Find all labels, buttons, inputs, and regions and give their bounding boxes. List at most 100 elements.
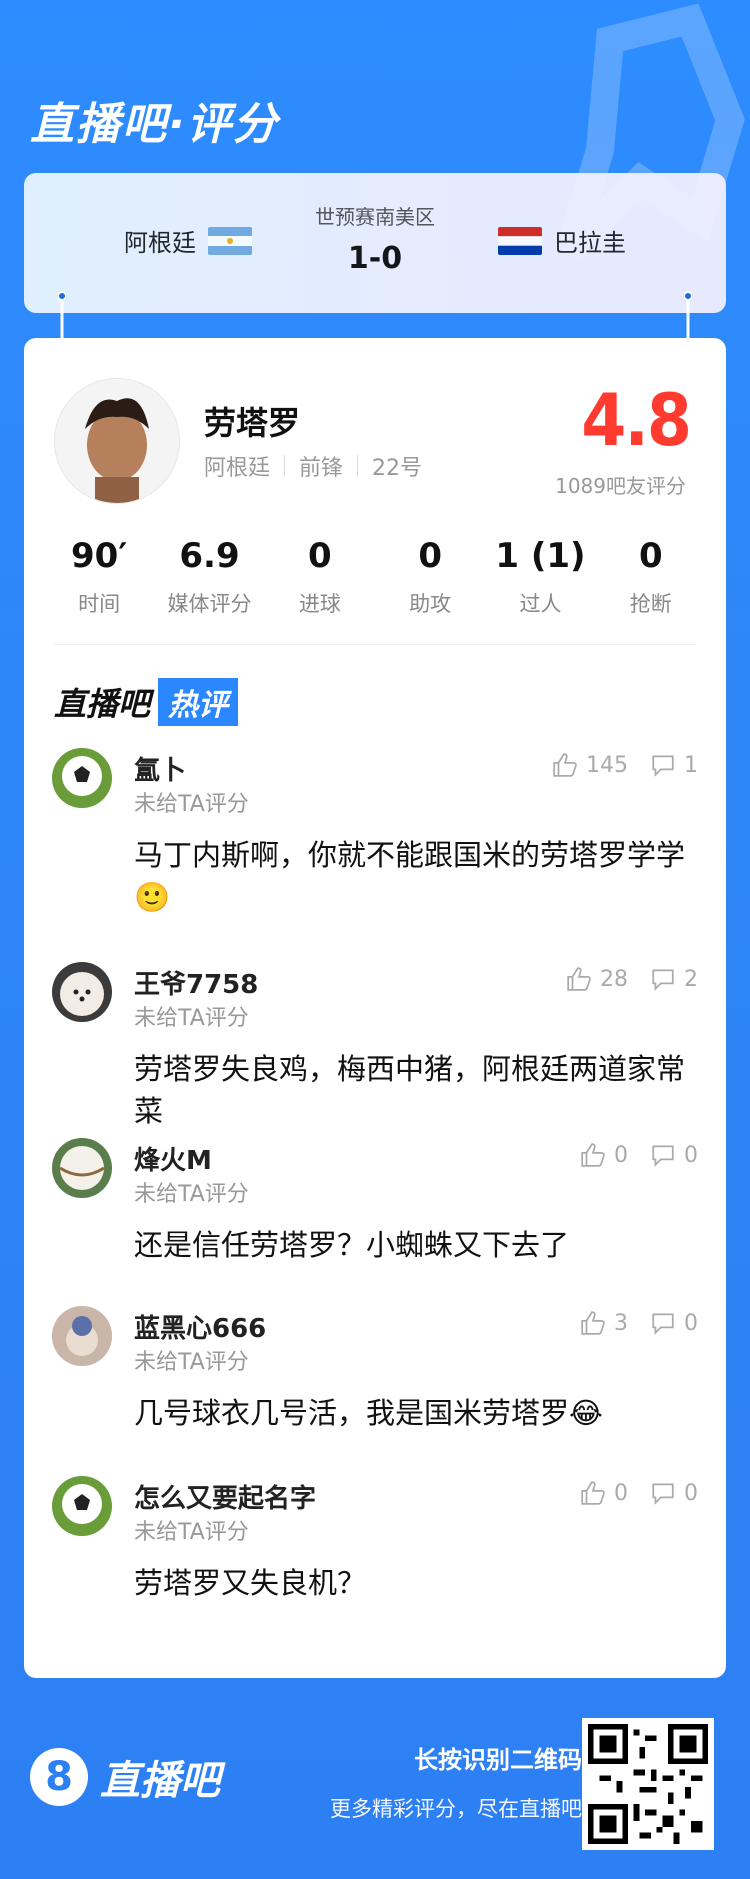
reply-count: 0	[684, 1310, 698, 1336]
stat-time: 90′ 时间	[44, 536, 154, 618]
away-team: 巴拉圭	[498, 223, 626, 258]
comment-item: 氲卜 未给TA评分 145 1 马丁内斯啊，你就不能跟国米的劳塔罗学学🙂	[24, 748, 726, 962]
stat-value: 0	[307, 536, 332, 576]
comment-text: 还是信任劳塔罗？小蜘蛛又下去了	[134, 1228, 570, 1262]
like-button[interactable]: 28	[566, 966, 628, 992]
comment-icon	[652, 1483, 674, 1505]
user-avatar[interactable]	[52, 1476, 112, 1536]
thumb-up-icon	[567, 967, 591, 991]
reply-count: 2	[684, 966, 698, 992]
stat-label: 时间	[78, 592, 121, 616]
like-button[interactable]: 3	[580, 1310, 628, 1336]
thumb-up-icon	[581, 1481, 605, 1505]
stat-dribbles: 1 (1) 过人	[485, 536, 595, 618]
thumb-up-icon	[581, 1143, 605, 1167]
footer-line2: 更多精彩评分，尽在直播吧	[330, 1797, 582, 1821]
section-divider	[54, 644, 696, 645]
reply-count: 0	[684, 1142, 698, 1168]
meta-divider	[284, 455, 286, 477]
comment-actions: 28 2	[566, 966, 698, 992]
player-avatar[interactable]	[54, 378, 180, 504]
hot-prefix: 直播吧	[54, 685, 151, 723]
user-avatar[interactable]	[52, 962, 112, 1022]
comment-icon	[652, 969, 674, 991]
footer-logo: 8 直播吧	[30, 1748, 220, 1806]
comment-username[interactable]: 蓝黑心666	[134, 1308, 266, 1345]
thumb-up-icon	[553, 753, 577, 777]
comment-rating-status: 未给TA评分	[134, 1350, 249, 1375]
paraguay-flag-icon	[498, 226, 542, 255]
comment-rating-status: 未给TA评分	[134, 792, 249, 817]
comment-icon	[652, 755, 674, 777]
match-banner[interactable]: 阿根廷 世预赛南美区 1-0 巴拉圭	[24, 173, 726, 313]
comment-username[interactable]: 氲卜	[134, 750, 186, 787]
like-count: 28	[600, 966, 628, 992]
like-button[interactable]: 0	[580, 1142, 628, 1168]
comment-list: 氲卜 未给TA评分 145 1 马丁内斯啊，你就不能跟国米的劳塔罗学学🙂 王爷7…	[24, 748, 726, 1646]
comment-username[interactable]: 烽火M	[134, 1140, 212, 1177]
player-position: 前锋	[299, 456, 344, 481]
comment-actions: 145 1	[552, 752, 698, 778]
comment-text: 几号球衣几号活，我是国米劳塔罗😂	[134, 1396, 603, 1430]
qr-code[interactable]	[582, 1718, 714, 1850]
comment-actions: 0 0	[580, 1142, 698, 1168]
comment-item: 王爷7758 未给TA评分 28 2 劳塔罗失良鸡，梅西中猪，阿根廷两道家常菜	[24, 962, 726, 1138]
user-avatar[interactable]	[52, 1306, 112, 1366]
hot-tag: 热评	[158, 678, 239, 726]
like-button[interactable]: 0	[580, 1480, 628, 1506]
comment-actions: 3 0	[580, 1310, 698, 1336]
like-count: 0	[614, 1142, 628, 1168]
reply-button[interactable]: 0	[650, 1480, 698, 1506]
comment-item: 蓝黑心666 未给TA评分 3 0 几号球衣几号活，我是国米劳塔罗😂	[24, 1306, 726, 1476]
reply-button[interactable]: 0	[650, 1142, 698, 1168]
rating-count: 1089吧友评分	[555, 474, 686, 498]
footer-line1: 长按识别二维码	[414, 1746, 582, 1774]
comment-icon	[652, 1145, 674, 1167]
like-count: 0	[614, 1480, 628, 1506]
user-avatar[interactable]	[52, 1138, 112, 1198]
comment-item: 怎么又要起名字 未给TA评分 0 0 劳塔罗又失良机？	[24, 1476, 726, 1646]
thumb-up-icon	[581, 1311, 605, 1335]
comment-icon	[652, 1313, 674, 1335]
stat-value: 1 (1)	[495, 536, 586, 576]
stat-value: 0	[638, 536, 663, 576]
stat-label: 抢断	[629, 592, 672, 616]
away-team-name: 巴拉圭	[554, 229, 626, 257]
stat-value: 6.9	[179, 536, 240, 576]
like-button[interactable]: 145	[552, 752, 628, 778]
stat-assists: 0 助攻	[375, 536, 485, 618]
footer-text: 长按识别二维码 更多精彩评分，尽在直播吧	[330, 1740, 582, 1823]
stat-value: 0	[418, 536, 442, 576]
player-name: 劳塔罗	[204, 404, 301, 442]
stat-value: 90′	[71, 536, 128, 576]
stat-goals: 0 进球	[265, 536, 375, 618]
comment-text: 劳塔罗失良鸡，梅西中猪，阿根廷两道家常菜	[134, 1052, 686, 1128]
reply-button[interactable]: 0	[650, 1310, 698, 1336]
reply-button[interactable]: 1	[650, 752, 698, 778]
reply-button[interactable]: 2	[650, 966, 698, 992]
player-rating: 4.8	[581, 378, 692, 462]
comment-text: 劳塔罗又失良机？	[134, 1566, 367, 1600]
comment-username[interactable]: 王爷7758	[134, 964, 258, 1001]
stat-media-rating: 6.9 媒体评分	[154, 536, 264, 618]
hot-comments-header: 直播吧 热评	[54, 678, 239, 726]
comment-rating-status: 未给TA评分	[134, 1006, 249, 1031]
comment-rating-status: 未给TA评分	[134, 1182, 249, 1207]
player-stats: 90′ 时间 6.9 媒体评分 0 进球 0 助攻 1 (1) 过人 0 抢断	[44, 536, 706, 618]
stat-label: 进球	[298, 592, 341, 616]
stat-label: 过人	[519, 592, 562, 616]
like-count: 3	[614, 1310, 628, 1336]
comment-text: 马丁内斯啊，你就不能跟国米的劳塔罗学学🙂	[134, 838, 686, 914]
like-count: 145	[586, 752, 628, 778]
meta-divider	[357, 455, 359, 477]
user-avatar[interactable]	[52, 748, 112, 808]
comment-item: 烽火M 未给TA评分 0 0 还是信任劳塔罗？小蜘蛛又下去了	[24, 1138, 726, 1306]
comment-username[interactable]: 怎么又要起名字	[134, 1478, 316, 1515]
player-number: 22号	[372, 456, 423, 481]
comment-actions: 0 0	[580, 1480, 698, 1506]
reply-count: 0	[684, 1480, 698, 1506]
comment-rating-status: 未给TA评分	[134, 1520, 249, 1545]
player-team: 阿根廷	[204, 456, 271, 481]
brand-title: 直播吧·评分	[30, 99, 279, 150]
stat-label: 助攻	[409, 592, 452, 616]
